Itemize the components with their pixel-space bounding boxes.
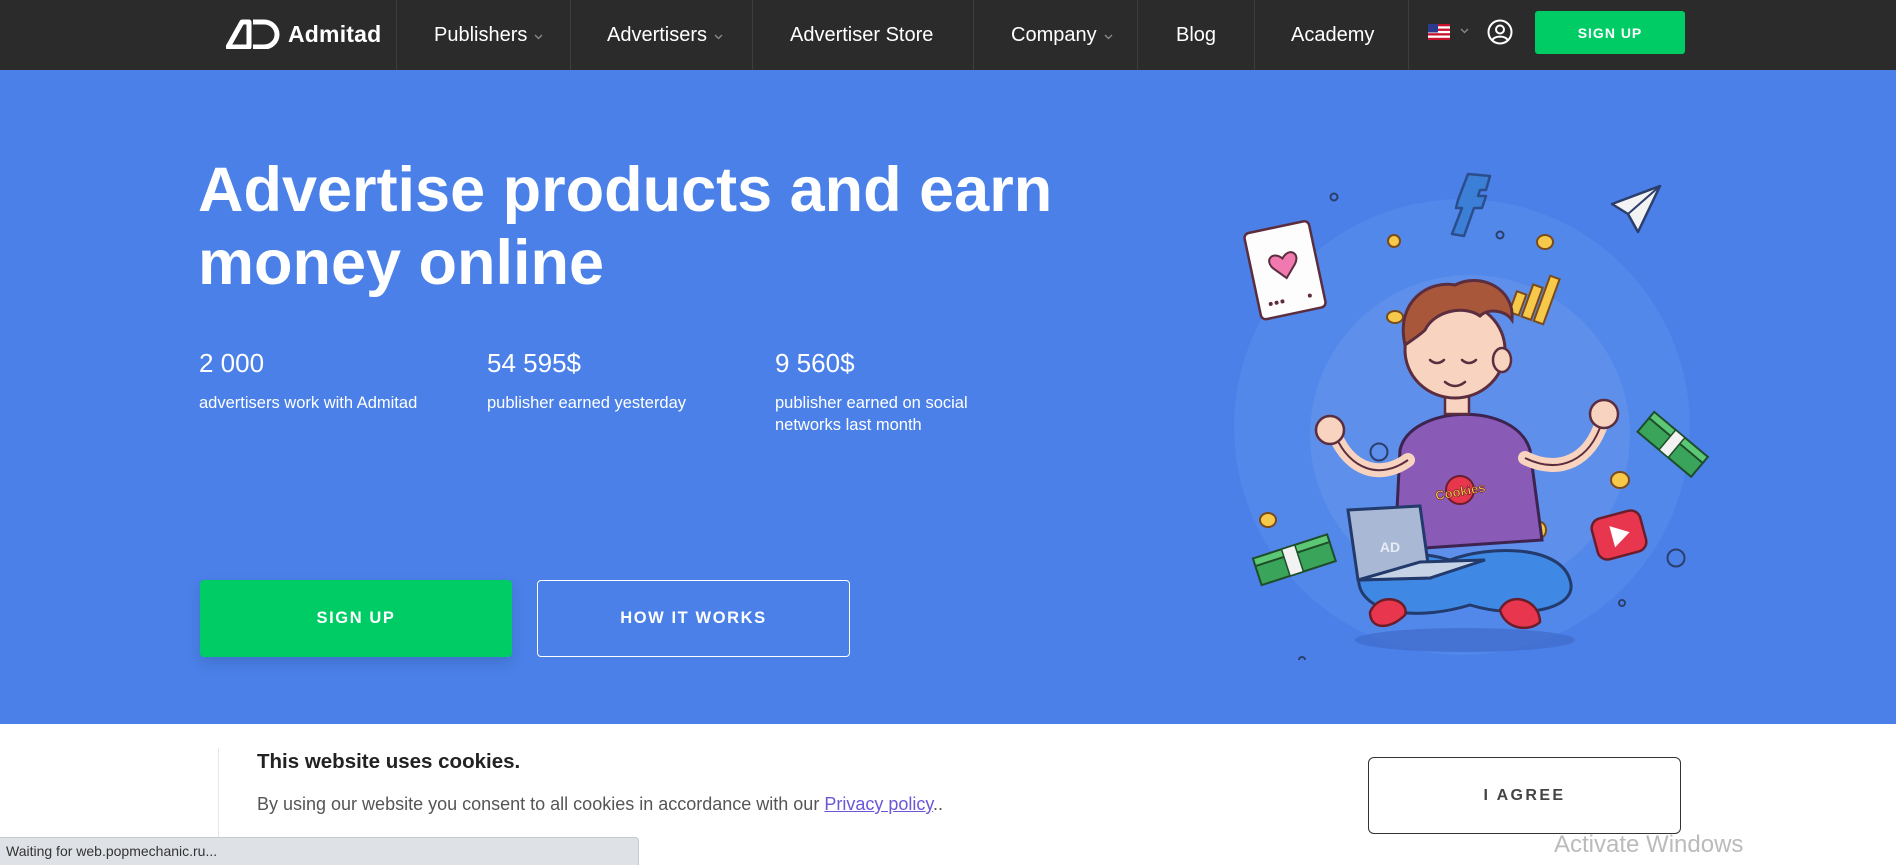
hero-title: Advertise products and earn money online [198,155,1053,298]
language-chevron-down-icon[interactable] [1460,28,1469,34]
stat-label: publisher earned on social networks last… [775,394,968,434]
privacy-policy-link[interactable]: Privacy policy [824,794,933,814]
nav-item-label: Advertiser Store [790,23,934,46]
user-icon[interactable] [1487,19,1513,45]
nav-divider [1408,0,1409,70]
nav-item-label: Publishers [434,23,528,46]
cookie-divider [218,748,219,848]
nav-divider [1137,0,1138,70]
stat-earned-yesterday: 54 595$ publisher earned yesterday [487,348,727,414]
nav-divider [973,0,974,70]
admitad-logo-icon [226,19,280,49]
nav-divider [752,0,753,70]
svg-text:AD: AD [1380,539,1400,555]
browser-status-bar: Waiting for web.popmechanic.ru... [0,837,639,865]
stat-value: 9 560$ [775,348,855,378]
cookie-text: By using our website you consent to all … [257,794,820,814]
nav-divider [396,0,397,70]
stat-label: publisher earned yesterday [487,394,687,412]
stat-advertisers: 2 000 advertisers work with Admitad [199,348,439,414]
stat-value: 2 000 [199,348,265,378]
nav-item-blog[interactable]: Blog [1176,0,1216,70]
nav-item-label: Company [1011,23,1097,46]
agree-button[interactable]: I AGREE [1368,757,1681,834]
nav-item-academy[interactable]: Academy [1291,0,1374,70]
nav-item-advertisers[interactable]: Advertisers [607,0,723,70]
nav-signup-button[interactable]: SIGN UP [1535,11,1685,54]
brand-name: Admitad [288,20,382,47]
cookie-text-suffix: .. [933,794,944,814]
admitad-logo[interactable]: Admitad [226,16,381,52]
activate-windows-watermark: Activate Windows [1554,831,1744,858]
nav-divider [570,0,571,70]
top-navbar: Admitad Publishers Advertisers Advertise… [0,0,1896,70]
how-it-works-button[interactable]: HOW IT WORKS [537,580,850,657]
cookie-message: By using our website you consent to all … [257,794,943,815]
hero-section: Advertise products and earn money online… [0,70,1896,724]
hero-illustration: Cookies AD [1234,172,1710,660]
stat-label: advertisers work with Admitad [199,394,418,412]
stat-value: 54 595$ [487,348,581,378]
nav-item-company[interactable]: Company [1011,0,1113,70]
us-flag-icon[interactable] [1428,24,1450,40]
cookie-title: This website uses cookies. [257,750,521,773]
heart-card-icon [1243,219,1327,321]
nav-item-label: Academy [1291,23,1375,46]
nav-item-advertiser-store[interactable]: Advertiser Store [790,0,933,70]
chevron-down-icon [534,34,543,40]
nav-item-publishers[interactable]: Publishers [434,0,543,70]
chevron-down-icon [1104,34,1113,40]
nav-item-label: Blog [1176,23,1217,46]
nav-item-label: Advertisers [607,23,708,46]
chevron-down-icon [714,34,723,40]
stat-earned-social: 9 560$ publisher earned on social networ… [775,348,1005,436]
nav-divider [1254,0,1255,70]
paper-plane-icon [1610,184,1662,234]
hero-signup-button[interactable]: SIGN UP [200,580,512,657]
